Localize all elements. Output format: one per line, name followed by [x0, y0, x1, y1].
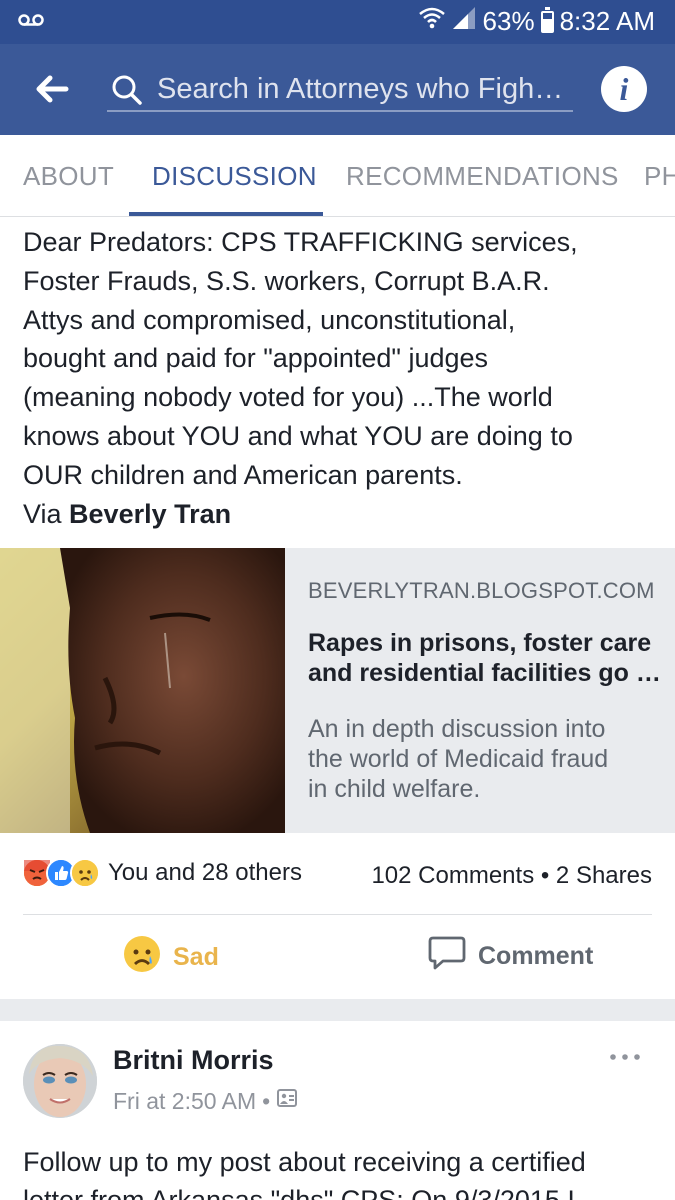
- sad-label: Sad: [173, 943, 219, 971]
- post-timestamp[interactable]: Fri at 2:50 AM: [113, 1088, 256, 1115]
- meta-separator: •: [262, 1087, 271, 1114]
- link-domain: BEVERLYTRAN.BLOGSPOT.COM: [308, 578, 655, 603]
- post-text-line: Follow up to my post about receiving a c…: [23, 1147, 586, 1177]
- status-bar: 63% 8:32 AM: [0, 0, 675, 44]
- post-text-line: Dear Predators: CPS TRAFFICKING services…: [23, 227, 578, 257]
- sad-reaction-icon: [70, 858, 100, 888]
- via-line: Via Beverly Tran: [23, 495, 658, 534]
- audience-icon: [276, 1087, 298, 1115]
- signal-icon: [451, 6, 477, 37]
- comment-button[interactable]: Comment: [428, 935, 593, 978]
- divider: [23, 914, 652, 915]
- reactions-summary[interactable]: You and 28 others: [22, 858, 302, 888]
- post-text: Follow up to my post about receiving a c…: [23, 1143, 663, 1200]
- tab-recommendations[interactable]: RECOMMENDATIONS: [346, 161, 619, 192]
- post-text-line: OUR children and American parents.: [23, 459, 463, 490]
- search-icon: [111, 74, 143, 111]
- link-desc-line: in child welfare.: [308, 775, 481, 803]
- page-tabs: ABOUT DISCUSSION RECOMMENDATIONS PH: [0, 135, 675, 217]
- battery-percent: 63%: [482, 6, 535, 36]
- more-options-icon[interactable]: [607, 1045, 643, 1069]
- sad-face-icon: [123, 935, 161, 980]
- wifi-icon: [418, 6, 445, 37]
- link-title: Rapes in prisons, foster care and reside…: [308, 628, 660, 688]
- post-text-line: (meaning nobody voted for you) ...The wo…: [23, 382, 553, 413]
- via-prefix: Via: [23, 498, 70, 529]
- comments-shares-count[interactable]: 102 Comments • 2 Shares: [371, 862, 652, 890]
- post-meta: Fri at 2:50 AM •: [113, 1087, 298, 1115]
- post-text-line: Foster Frauds, S.S. workers, Corrupt B.A…: [23, 265, 550, 296]
- post-card: Dear Predators: CPS TRAFFICKING services…: [0, 217, 675, 999]
- comment-label: Comment: [478, 942, 594, 970]
- app-bar: i: [0, 44, 675, 135]
- link-thumbnail: [0, 548, 285, 833]
- post-text-line: bought and paid for "appointed" judges: [23, 343, 489, 374]
- info-icon[interactable]: i: [601, 66, 647, 112]
- tab-about[interactable]: ABOUT: [23, 161, 114, 192]
- search-bar[interactable]: [107, 68, 573, 112]
- back-arrow-icon[interactable]: [30, 69, 74, 109]
- link-title-line: Rapes in prisons, foster care: [308, 629, 652, 657]
- post-card: Britni Morris Fri at 2:50 AM • Follow up…: [0, 1021, 675, 1200]
- voicemail-icon: [18, 13, 44, 32]
- post-text-line: letter from Arkansas "dhs" CPS: On 9/3/2…: [23, 1185, 575, 1200]
- post-text-line: knows about YOU and what YOU are doing t…: [23, 420, 573, 451]
- author-name[interactable]: Britni Morris: [113, 1045, 274, 1076]
- reactions-text: You and 28 others: [108, 859, 302, 886]
- post-text-line: Attys and compromised, unconstitutional,: [23, 304, 516, 335]
- clock: 8:32 AM: [559, 6, 655, 36]
- link-description: An in depth discussion into the world of…: [308, 714, 660, 804]
- via-author-link[interactable]: Beverly Tran: [69, 499, 231, 529]
- tab-discussion[interactable]: DISCUSSION: [152, 161, 317, 192]
- link-title-line: and residential facilities go …: [308, 659, 660, 687]
- battery-icon: [540, 6, 554, 33]
- link-desc-line: the world of Medicaid fraud: [308, 745, 609, 773]
- sad-reaction-button[interactable]: Sad: [123, 935, 219, 980]
- active-tab-indicator: [129, 212, 323, 216]
- comment-bubble-icon: [428, 935, 466, 978]
- tab-photos[interactable]: PH: [644, 161, 675, 192]
- link-preview[interactable]: BEVERLYTRAN.BLOGSPOT.COM Rapes in prison…: [0, 548, 675, 833]
- link-desc-line: An in depth discussion into: [308, 715, 606, 743]
- avatar[interactable]: [23, 1044, 97, 1118]
- search-input[interactable]: [157, 70, 567, 108]
- post-text: Dear Predators: CPS TRAFFICKING services…: [23, 223, 658, 533]
